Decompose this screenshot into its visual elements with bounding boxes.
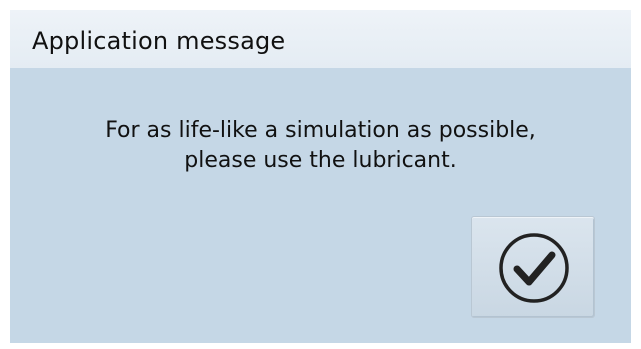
dialog-message: For as life-like a simulation as possibl…: [10, 116, 631, 176]
dialog-title-bar: Application message: [10, 10, 631, 68]
message-line-2: please use the lubricant.: [184, 148, 457, 173]
confirm-button[interactable]: [471, 216, 595, 318]
message-line-1: For as life-like a simulation as possibl…: [105, 118, 536, 143]
dialog-title: Application message: [32, 27, 286, 55]
checkmark-circle-icon: [499, 233, 569, 303]
application-message-dialog: Application message For as life-like a s…: [10, 10, 631, 343]
